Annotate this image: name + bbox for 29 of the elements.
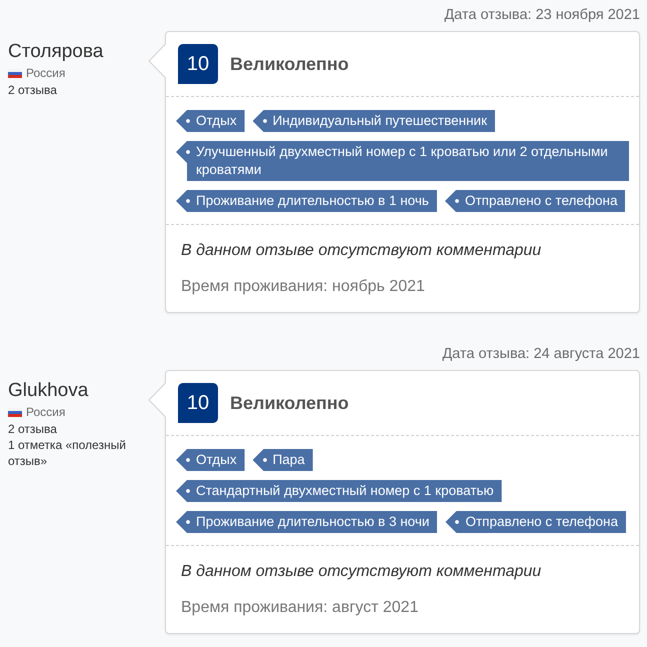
tag-label: Стандартный двухместный номер с 1 кроватью [176,480,502,502]
tag-label: Проживание длительностью в 1 ночь [176,190,437,212]
reviewer-name: Столярова [8,40,104,64]
reviewer-stat: 2 отзыва [8,82,58,98]
reviewer-stat: 1 отметка «полезный отзыв» [8,437,127,469]
review-comment: В данном отзыве отсутствуют комментарии [181,241,542,261]
stay-period: Время проживания: ноябрь 2021 [181,277,426,297]
reviewer-country: Россия [26,65,66,82]
rating-label: Великолепно [230,52,349,76]
flag-icon [8,408,22,417]
tag-label: Пара [252,449,313,471]
tag-label: Отдых [176,449,245,471]
reviewer-name: Glukhova [8,379,90,403]
tag-label: Отправлено с телефона [444,190,626,212]
tag-label: Улучшенный двухместный номер с 1 кроватью или 2 отдельными кроватями [176,141,629,181]
score-badge: 10 [178,44,218,84]
review-date: Дата отзыва: 24 августа 2021 [442,345,640,364]
tag-label: Проживание длительностью в 3 ночи [176,511,438,533]
stay-period: Время проживания: август 2021 [181,598,420,618]
review-comment: В данном отзыве отсутствуют комментарии [181,562,542,582]
rating-label: Великолепно [230,392,349,414]
reviewer-stat: 2 отзыва [8,421,58,437]
score-badge: 10 [178,383,218,423]
flag-icon [8,69,22,78]
reviewer-country: Россия [26,404,66,421]
tag-label: Отправлено с телефона [445,511,626,533]
review-date: Дата отзыва: 23 ноября 2021 [444,6,640,25]
tag-label: Индивидуальный путешественник [252,110,495,132]
tag-label: Отдых [176,110,245,132]
